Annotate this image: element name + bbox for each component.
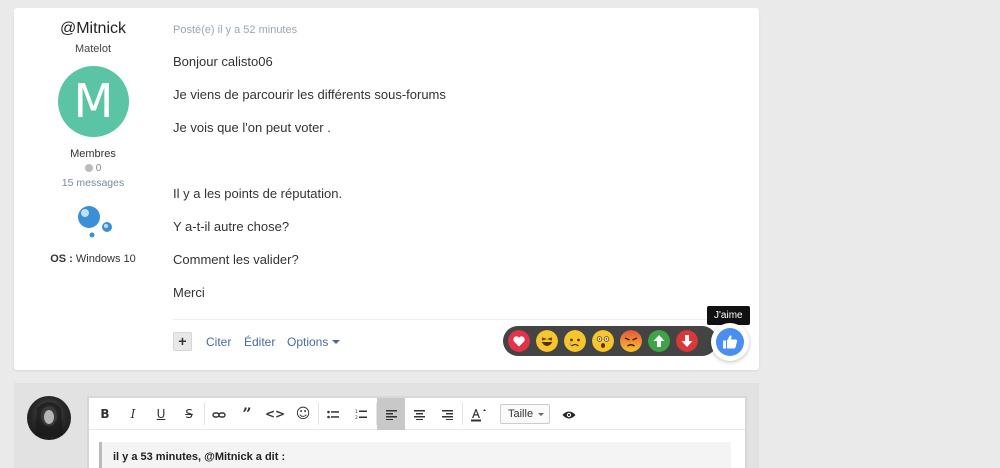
post-timestamp[interactable]: Posté(e) il y a 52 minutes bbox=[173, 24, 297, 36]
reputation-count: 0 bbox=[95, 163, 102, 174]
post-line: Je vois que l'on peut voter . bbox=[173, 120, 331, 135]
os-label: OS : bbox=[50, 253, 73, 265]
post-line: Il y a les points de réputation. bbox=[173, 186, 343, 201]
text-color-button[interactable] bbox=[465, 398, 493, 430]
author-name[interactable]: @Mitnick bbox=[14, 20, 172, 38]
post-line: Merci bbox=[173, 285, 205, 300]
like-icon-circle bbox=[716, 328, 744, 356]
reply-area: B I U S ” <> ☺ 12 Taille il y a 53 minut… bbox=[14, 383, 759, 468]
toolbar-separator bbox=[462, 403, 463, 425]
link-icon bbox=[212, 411, 226, 418]
like-reaction-button[interactable] bbox=[711, 323, 749, 361]
bullet-list-icon bbox=[327, 410, 339, 418]
sad-icon[interactable] bbox=[564, 330, 586, 352]
align-center-icon bbox=[413, 409, 425, 420]
align-left-button[interactable] bbox=[377, 398, 405, 430]
author-group: Membres bbox=[70, 148, 116, 160]
chevron-down-icon bbox=[538, 413, 544, 416]
heart-icon[interactable] bbox=[508, 330, 530, 352]
link-button[interactable] bbox=[205, 398, 233, 430]
forum-post: @Mitnick Matelot M Membres 0 15 messages… bbox=[14, 8, 759, 370]
reputation-badge[interactable]: 0 bbox=[14, 163, 172, 174]
thumbs-up-icon bbox=[723, 335, 738, 349]
italic-button[interactable]: I bbox=[119, 398, 147, 430]
eye-icon bbox=[562, 411, 576, 418]
quote-header: il y a 53 minutes, @Mitnick a dit : bbox=[113, 451, 286, 463]
edit-button[interactable]: Éditer bbox=[244, 335, 275, 349]
upvote-icon[interactable] bbox=[648, 330, 670, 352]
font-size-label: Taille bbox=[508, 408, 534, 420]
post-divider bbox=[173, 319, 747, 320]
rank-bubbles-icon bbox=[78, 206, 112, 238]
chevron-down-icon bbox=[332, 340, 341, 344]
reaction-bar bbox=[503, 326, 717, 356]
align-right-button[interactable] bbox=[433, 398, 461, 430]
laugh-icon[interactable] bbox=[536, 330, 558, 352]
user-photo-icon bbox=[35, 402, 63, 436]
post-line: Bonjour calisto06 bbox=[173, 54, 273, 69]
message-count-link[interactable]: 15 messages bbox=[14, 177, 172, 189]
align-left-icon bbox=[385, 409, 397, 420]
reply-editor[interactable]: B I U S ” <> ☺ 12 Taille il y a 53 minut… bbox=[87, 396, 747, 468]
align-center-button[interactable] bbox=[405, 398, 433, 430]
preview-button[interactable] bbox=[555, 398, 583, 430]
multiquote-plus-button[interactable]: + bbox=[173, 332, 192, 351]
strikethrough-button[interactable]: S bbox=[175, 398, 203, 430]
bold-button[interactable]: B bbox=[91, 398, 119, 430]
svg-text:2: 2 bbox=[355, 415, 358, 420]
quoted-message[interactable]: il y a 53 minutes, @Mitnick a dit : bbox=[99, 442, 731, 468]
post-line: Y a-t-il autre chose? bbox=[173, 219, 290, 234]
author-avatar[interactable]: M bbox=[58, 66, 129, 137]
os-value: Windows 10 bbox=[75, 253, 136, 265]
wow-icon[interactable] bbox=[592, 330, 614, 352]
options-label: Options bbox=[287, 335, 329, 349]
underline-button[interactable]: U bbox=[147, 398, 175, 430]
emoji-icon[interactable]: ☺ bbox=[289, 398, 317, 430]
bullet-list-button[interactable] bbox=[319, 398, 347, 430]
author-os: OS : Windows 10 bbox=[14, 253, 172, 265]
post-line: Je viens de parcourir les différents sou… bbox=[173, 87, 446, 102]
author-title: Matelot bbox=[74, 43, 112, 55]
svg-text:1: 1 bbox=[355, 409, 358, 415]
post-line: Comment les valider? bbox=[173, 252, 299, 267]
quote-button[interactable]: Citer bbox=[206, 335, 231, 349]
align-right-icon bbox=[441, 409, 453, 420]
editor-toolbar: B I U S ” <> ☺ 12 Taille bbox=[89, 398, 745, 430]
options-button[interactable]: Options bbox=[287, 335, 341, 349]
reputation-dot-icon bbox=[84, 164, 93, 172]
current-user-avatar[interactable] bbox=[27, 396, 71, 440]
angry-icon[interactable] bbox=[620, 330, 642, 352]
numbered-list-button[interactable]: 12 bbox=[347, 398, 375, 430]
downvote-icon[interactable] bbox=[676, 330, 698, 352]
numbered-list-icon: 12 bbox=[355, 409, 367, 421]
font-size-select[interactable]: Taille bbox=[500, 404, 550, 424]
code-icon[interactable]: <> bbox=[261, 398, 289, 430]
text-color-icon bbox=[471, 408, 486, 421]
quote-icon[interactable]: ” bbox=[233, 398, 261, 430]
